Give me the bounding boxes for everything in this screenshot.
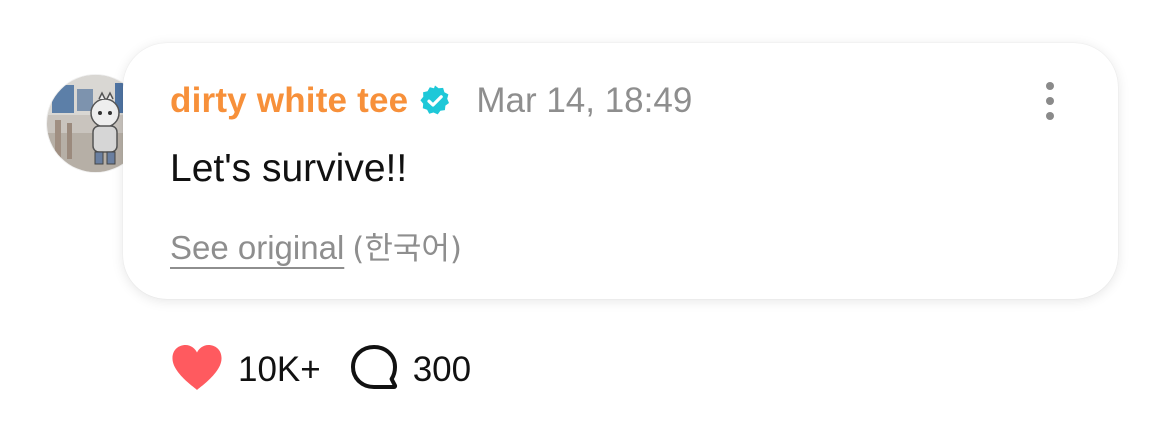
comment-button[interactable]: 300 [349, 343, 471, 398]
comment-post: dirty white tee Mar 14, 18:49 Let's surv… [0, 0, 1169, 439]
action-bar: 10K+ 300 [170, 343, 471, 398]
see-original-link[interactable]: See original [170, 229, 344, 266]
comment-bubble: dirty white tee Mar 14, 18:49 Let's surv… [123, 43, 1118, 299]
timestamp: Mar 14, 18:49 [476, 81, 693, 120]
comment-count: 300 [412, 350, 472, 389]
like-button[interactable]: 10K+ [170, 344, 321, 397]
verified-badge-icon [418, 84, 452, 118]
comment-icon [349, 343, 399, 398]
heart-icon [170, 344, 224, 397]
more-options-button[interactable] [1035, 79, 1065, 123]
like-count: 10K+ [238, 350, 321, 389]
original-language-label: (한국어) [352, 231, 463, 267]
comment-text: Let's survive!! [170, 147, 408, 190]
more-vertical-icon [1046, 82, 1054, 90]
translation-note: See original (한국어) [170, 223, 462, 268]
username[interactable]: dirty white tee [170, 81, 408, 121]
comment-header: dirty white tee Mar 14, 18:49 [170, 79, 692, 123]
